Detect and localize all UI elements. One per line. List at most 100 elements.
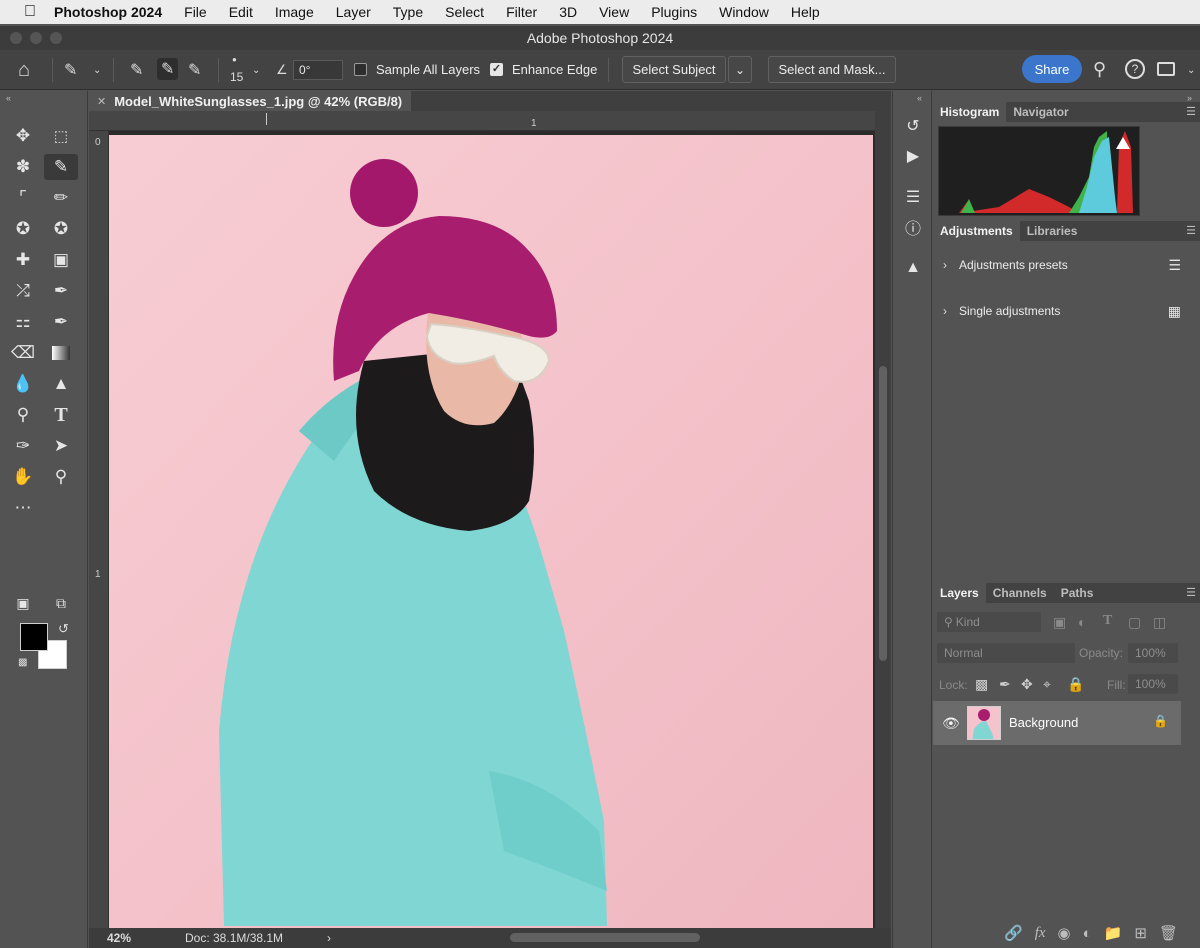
menu-image[interactable]: Image bbox=[275, 4, 314, 20]
lock-all-icon[interactable]: 🔒 bbox=[1067, 676, 1084, 693]
panel-menu-icon[interactable]: ☰ bbox=[1186, 224, 1196, 237]
tab-navigator[interactable]: Navigator bbox=[1006, 102, 1075, 122]
eyedropper-tool-icon[interactable]: ✏ bbox=[44, 185, 78, 211]
filter-pixel-icon[interactable]: ▣ bbox=[1053, 614, 1066, 631]
lock-artboard-icon[interactable]: ⌖ bbox=[1043, 676, 1051, 693]
document-tab[interactable]: ✕ Model_WhiteSunglasses_1.jpg @ 42% (RGB… bbox=[89, 91, 411, 111]
select-subject-button[interactable]: Select Subject bbox=[622, 56, 726, 83]
clone-stamp-tool-icon[interactable]: ⚏ bbox=[6, 309, 40, 335]
menu-window[interactable]: Window bbox=[719, 4, 769, 20]
menu-file[interactable]: File bbox=[184, 4, 207, 20]
brush-tool-icon[interactable]: ✒ bbox=[44, 278, 78, 304]
scrollbar-thumb[interactable] bbox=[879, 366, 887, 661]
remove-tool-icon[interactable]: ✪ bbox=[44, 216, 78, 242]
info-panel-icon[interactable]: ⓘ bbox=[901, 216, 925, 238]
tab-channels[interactable]: Channels bbox=[986, 583, 1054, 603]
panel-menu-icon[interactable]: ☰ bbox=[1186, 586, 1196, 599]
menu-help[interactable]: Help bbox=[791, 4, 820, 20]
tab-layers[interactable]: Layers bbox=[933, 583, 986, 603]
foreground-color-swatch[interactable] bbox=[20, 623, 48, 651]
sample-all-layers-checkbox[interactable] bbox=[354, 63, 367, 76]
properties-panel-icon[interactable]: ☰ bbox=[901, 186, 925, 208]
screen-mode-icon[interactable]: ⧉ bbox=[44, 590, 78, 616]
tab-paths[interactable]: Paths bbox=[1054, 583, 1101, 603]
menu-filter[interactable]: Filter bbox=[506, 4, 537, 20]
add-mask-icon[interactable]: ◉ bbox=[1058, 924, 1071, 942]
home-icon[interactable]: ⌂ bbox=[18, 59, 30, 82]
spot-healing-tool-icon[interactable]: ✪ bbox=[6, 216, 40, 242]
new-group-icon[interactable]: 📁 bbox=[1104, 924, 1123, 942]
clone-source-panel-icon[interactable]: ▲ bbox=[901, 257, 925, 279]
type-tool-icon[interactable]: T bbox=[44, 402, 78, 428]
search-icon[interactable]: ⚲ bbox=[1093, 59, 1106, 80]
menu-layer[interactable]: Layer bbox=[336, 4, 371, 20]
filter-adjustment-icon[interactable]: ◐ bbox=[1078, 614, 1086, 630]
sharpen-tool-icon[interactable]: ▲ bbox=[44, 371, 78, 397]
collapse-icon[interactable]: « bbox=[917, 93, 922, 103]
fx-icon[interactable]: fx bbox=[1035, 925, 1046, 942]
adjustments-presets-row[interactable]: › Adjustments presets ☰ bbox=[943, 255, 1193, 275]
more-tools-icon[interactable]: ⋯ bbox=[6, 495, 40, 521]
crop-tool-icon[interactable]: ⌜ bbox=[6, 185, 40, 211]
menu-plugins[interactable]: Plugins bbox=[651, 4, 697, 20]
chevron-down-icon[interactable]: ⌄ bbox=[252, 65, 260, 76]
history-brush-tool-icon[interactable]: ✒ bbox=[44, 309, 78, 335]
collapse-icon[interactable]: « bbox=[6, 93, 11, 103]
select-and-mask-button[interactable]: Select and Mask... bbox=[768, 56, 896, 83]
hand-tool-icon[interactable]: ✋ bbox=[6, 464, 40, 490]
default-colors-icon[interactable]: ▩ bbox=[18, 657, 27, 668]
menu-type[interactable]: Type bbox=[393, 4, 423, 20]
select-subject-dropdown[interactable]: ⌄ bbox=[728, 56, 752, 83]
swap-colors-icon[interactable]: ↺ bbox=[58, 621, 69, 637]
horizontal-scrollbar-thumb[interactable] bbox=[510, 933, 700, 942]
zoom-level[interactable]: 42% bbox=[107, 931, 131, 945]
healing-brush-tool-icon[interactable]: ✚ bbox=[6, 247, 40, 273]
chevron-down-icon[interactable]: ⌄ bbox=[1187, 65, 1195, 76]
zoom-tool-icon[interactable]: ⚲ bbox=[44, 464, 78, 490]
fill-input[interactable]: 100% bbox=[1128, 674, 1178, 694]
chevron-right-icon[interactable]: › bbox=[327, 931, 331, 945]
move-tool-icon[interactable]: ✥ bbox=[6, 123, 40, 149]
apple-icon[interactable]:  bbox=[18, 3, 42, 21]
layer-row[interactable]: 👁 Background 🔒 bbox=[933, 701, 1181, 745]
filter-shape-icon[interactable]: ▢ bbox=[1128, 614, 1141, 631]
blend-mode-select[interactable]: Normal bbox=[937, 643, 1075, 663]
chevron-down-icon[interactable]: ⌄ bbox=[93, 65, 101, 76]
new-adjustment-layer-icon[interactable]: ◐ bbox=[1083, 925, 1092, 942]
canvas-image[interactable] bbox=[109, 131, 875, 928]
delete-layer-icon[interactable]: 🗑 bbox=[1159, 924, 1178, 942]
single-adjustments-row[interactable]: › Single adjustments ▦ bbox=[943, 301, 1193, 321]
lasso-tool-icon[interactable]: ✽ bbox=[6, 154, 40, 180]
minimize-window-button[interactable] bbox=[30, 32, 42, 44]
history-panel-icon[interactable]: ↺ bbox=[901, 115, 925, 137]
new-layer-icon[interactable]: ⊞ bbox=[1134, 924, 1147, 942]
brush-size-value[interactable]: 15 bbox=[230, 70, 243, 84]
lock-pixels-icon[interactable]: ✒ bbox=[999, 676, 1011, 693]
content-aware-move-tool-icon[interactable]: ⤮ bbox=[6, 278, 40, 304]
tab-adjustments[interactable]: Adjustments bbox=[933, 221, 1020, 241]
help-icon[interactable]: ? bbox=[1125, 59, 1145, 79]
eye-icon[interactable]: 👁 bbox=[942, 715, 960, 732]
canvas-area[interactable] bbox=[109, 131, 875, 928]
menu-view[interactable]: View bbox=[599, 4, 629, 20]
lock-position-icon[interactable]: ✥ bbox=[1021, 676, 1033, 693]
close-icon[interactable]: ✕ bbox=[97, 95, 106, 108]
pen-tool-icon[interactable]: ✑ bbox=[6, 433, 40, 459]
lock-transparent-icon[interactable]: ▩ bbox=[975, 676, 988, 693]
link-layers-icon[interactable]: 🔗 bbox=[1004, 924, 1023, 942]
marquee-tool-icon[interactable]: ⬚ bbox=[44, 123, 78, 149]
quick-selection-tool-icon[interactable]: ✎ bbox=[44, 154, 78, 180]
angle-input[interactable]: 0° bbox=[293, 60, 343, 80]
layer-name[interactable]: Background bbox=[1009, 715, 1078, 730]
eraser-tool-icon[interactable]: ⌫ bbox=[6, 340, 40, 366]
vertical-scrollbar[interactable] bbox=[875, 111, 891, 928]
path-selection-tool-icon[interactable]: ➤ bbox=[44, 433, 78, 459]
subtract-from-selection-icon[interactable]: ✎ bbox=[188, 60, 201, 80]
enhance-edge-checkbox[interactable]: ✓ bbox=[490, 63, 503, 76]
grid-view-icon[interactable]: ▦ bbox=[1168, 303, 1181, 320]
patch-tool-icon[interactable]: ▣ bbox=[44, 247, 78, 273]
blur-tool-icon[interactable]: 💧 bbox=[6, 371, 40, 397]
menu-app-name[interactable]: Photoshop 2024 bbox=[54, 4, 162, 20]
tab-libraries[interactable]: Libraries bbox=[1020, 221, 1085, 241]
quick-selection-tool-icon[interactable]: ✎ bbox=[64, 60, 77, 80]
